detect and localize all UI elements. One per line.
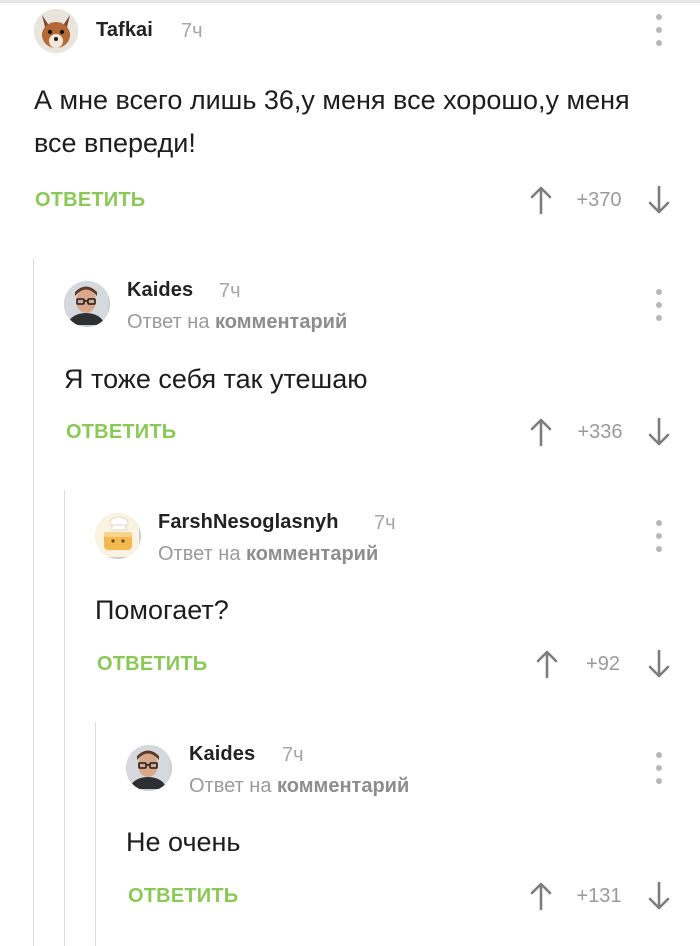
reply-button[interactable]: ОТВЕТИТЬ — [35, 189, 145, 212]
comment-rating: +92 — [586, 653, 620, 675]
upvote-arrow-icon[interactable] — [534, 649, 560, 679]
comment-text: А мне всего лишь 36,у меня все хорошо,у … — [34, 85, 630, 158]
upvote-arrow-icon[interactable] — [528, 185, 554, 215]
comment-rating: +131 — [576, 885, 622, 907]
comment-text: Помогает? — [95, 595, 229, 625]
more-options-icon[interactable] — [649, 520, 669, 554]
comment-time: 7ч — [181, 20, 203, 42]
reply-to-target-link[interactable]: комментарий — [215, 311, 347, 333]
reply-to-prefix: Ответ на — [127, 311, 210, 333]
downvote-arrow-icon[interactable] — [646, 881, 672, 911]
comment-author[interactable]: Kaides — [127, 279, 193, 302]
reply-to-prefix: Ответ на — [189, 775, 272, 797]
reply-button[interactable]: ОТВЕТИТЬ — [97, 653, 207, 676]
comment-rating: +336 — [577, 421, 623, 443]
comment-text: Я тоже себя так утешаю — [64, 364, 368, 394]
comment-time: 7ч — [374, 512, 396, 534]
reply-button[interactable]: ОТВЕТИТЬ — [66, 421, 176, 444]
comment-author[interactable]: FarshNesoglasnyh — [158, 511, 339, 534]
more-options-icon[interactable] — [649, 752, 669, 786]
comment-time: 7ч — [282, 744, 304, 766]
comment-author[interactable]: Tafkai — [96, 19, 153, 42]
top-divider — [0, 0, 700, 3]
more-options-icon[interactable] — [649, 14, 669, 48]
reply-to-target-link[interactable]: комментарий — [246, 543, 378, 565]
comment-time: 7ч — [219, 280, 241, 302]
reply-to-target-link[interactable]: комментарий — [277, 775, 409, 797]
downvote-arrow-icon[interactable] — [646, 649, 672, 679]
thread-line-level-1 — [33, 258, 34, 946]
upvote-arrow-icon[interactable] — [528, 417, 554, 447]
man-glasses-avatar[interactable] — [126, 745, 172, 791]
downvote-arrow-icon[interactable] — [646, 185, 672, 215]
comment-author[interactable]: Kaides — [189, 743, 255, 766]
comment-text: Не очень — [126, 827, 241, 857]
reply-button[interactable]: ОТВЕТИТЬ — [128, 885, 238, 908]
reply-to-line: Ответ на комментарий — [158, 543, 378, 566]
comment-rating: +370 — [576, 189, 622, 211]
downvote-arrow-icon[interactable] — [646, 417, 672, 447]
upvote-arrow-icon[interactable] — [528, 881, 554, 911]
reply-to-prefix: Ответ на — [158, 543, 241, 565]
fox-avatar[interactable] — [34, 9, 78, 53]
thread-line-level-3 — [95, 722, 96, 946]
reply-to-line: Ответ на комментарий — [127, 311, 347, 334]
thread-line-level-2 — [64, 490, 65, 946]
more-options-icon[interactable] — [649, 289, 669, 323]
chef-cake-avatar[interactable] — [95, 513, 141, 559]
reply-to-line: Ответ на комментарий — [189, 775, 409, 798]
man-glasses-avatar[interactable] — [64, 281, 110, 327]
